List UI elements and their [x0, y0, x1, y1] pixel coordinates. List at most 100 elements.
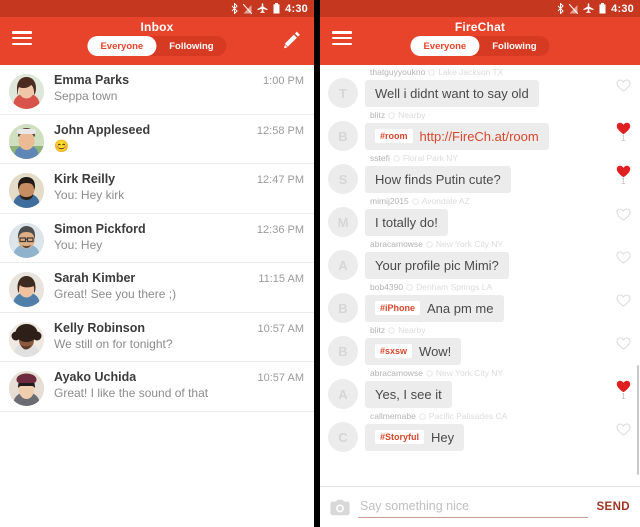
message-bubble[interactable]: #sxsw Wow! — [365, 337, 462, 365]
tab-following[interactable]: Following — [156, 36, 226, 56]
tab-everyone[interactable]: Everyone — [410, 36, 480, 56]
chat-message: abracamowse New York City NY A Yes, I se… — [320, 368, 640, 411]
list-item[interactable]: Simon Pickford 12:36 PM You: Hey — [0, 214, 314, 263]
tab-everyone[interactable]: Everyone — [87, 36, 157, 56]
message-snippet: 😊 — [54, 138, 69, 153]
message-username[interactable]: abracamowse — [370, 239, 423, 249]
chat-message: sstefi Floral Park NY S How finds Putin … — [320, 153, 640, 196]
heart-outline-icon — [616, 423, 631, 436]
tab-following[interactable]: Following — [479, 36, 549, 56]
message-bubble[interactable]: #room http://FireCh.at/room — [365, 122, 549, 150]
camera-icon[interactable] — [330, 499, 350, 516]
message-time: 11:15 AM — [258, 273, 304, 285]
hashtag-chip[interactable]: #iPhone — [375, 301, 421, 315]
message-bubble[interactable]: Your profile pic Mimi? — [365, 251, 509, 279]
message-snippet: Great! See you there ;) — [54, 287, 177, 301]
like-button[interactable] — [616, 208, 631, 221]
message-bubble[interactable]: Well i didnt want to say old — [365, 79, 539, 107]
contact-name: John Appleseed — [54, 122, 151, 137]
message-time: 10:57 AM — [257, 322, 304, 335]
list-item[interactable]: Kirk Reilly 12:47 PM You: Hey kirk — [0, 164, 314, 214]
avatar: B — [328, 293, 358, 323]
contact-name: Kelly Robinson — [54, 320, 145, 335]
battery-icon — [599, 3, 606, 14]
message-snippet: You: Hey — [54, 237, 103, 252]
like-button[interactable] — [616, 294, 631, 307]
message-username[interactable]: blitz — [370, 110, 385, 120]
message-snippet: Seppa town — [54, 89, 118, 103]
message-bubble[interactable]: #Storyful Hey — [365, 423, 465, 451]
like-button[interactable] — [616, 251, 631, 264]
avatar — [9, 173, 44, 208]
message-meta: abracamowse New York City NY — [370, 239, 632, 249]
like-button[interactable] — [616, 79, 631, 92]
chat-message: blitz Nearby B #room http://FireCh.at/ro… — [320, 110, 640, 153]
avatar: M — [328, 207, 358, 237]
hamburger-icon[interactable] — [12, 31, 32, 45]
message-meta: blitz Nearby — [370, 110, 632, 120]
hashtag-chip[interactable]: #Storyful — [375, 430, 425, 444]
chat-message-list[interactable]: thatguyyoukno Lake Jackson TX T Well i d… — [320, 65, 640, 486]
message-composer: SEND — [320, 486, 640, 527]
like-button[interactable]: 1 — [616, 165, 631, 186]
message-username[interactable]: mimij2015 — [370, 196, 409, 206]
message-link[interactable]: http://FireCh.at/room — [420, 129, 539, 144]
status-clock: 4:30 — [285, 2, 308, 15]
list-item[interactable]: John Appleseed 12:58 PM 😊 — [0, 115, 314, 164]
send-button[interactable]: SEND — [596, 501, 630, 513]
hamburger-icon[interactable] — [332, 31, 352, 45]
message-time: 12:47 PM — [256, 174, 304, 186]
message-location: Nearby — [398, 110, 426, 120]
message-bubble[interactable]: I totally do! — [365, 208, 448, 236]
vertical-scrollbar[interactable] — [637, 365, 639, 475]
app-bar-left: Inbox Everyone Following — [0, 17, 314, 65]
list-item[interactable]: Ayako Uchida 10:57 AM Great! I like the … — [0, 362, 314, 412]
message-meta: callmemabe Pacific Palisades CA — [370, 411, 632, 421]
message-bubble[interactable]: Yes, I see it — [365, 380, 452, 408]
heart-outline-icon — [616, 208, 631, 221]
message-username[interactable]: thatguyyoukno — [370, 67, 425, 77]
like-button[interactable]: 1 — [616, 380, 631, 401]
location-pin-icon — [406, 283, 413, 291]
like-button[interactable] — [616, 423, 631, 436]
avatar: B — [328, 336, 358, 366]
message-username[interactable]: callmemabe — [370, 411, 416, 421]
conversation-list[interactable]: Emma Parks 1:00 PM Seppa town John Apple… — [0, 65, 314, 527]
hashtag-chip[interactable]: #sxsw — [375, 344, 413, 358]
dual-phone-screenshot: 4:30 Inbox Everyone Following Emma Parks… — [0, 0, 640, 527]
bluetooth-icon — [231, 3, 238, 14]
heart-outline-icon — [616, 337, 631, 350]
airplane-mode-icon — [583, 3, 594, 14]
list-item[interactable]: Emma Parks 1:00 PM Seppa town — [0, 65, 314, 115]
avatar: B — [328, 121, 358, 151]
status-bar-left: 4:30 — [0, 0, 314, 17]
message-snippet: Great! I like the sound of that — [54, 386, 209, 400]
message-username[interactable]: sstefi — [370, 153, 390, 163]
contact-name: Simon Pickford — [54, 221, 146, 236]
heart-outline-icon — [616, 294, 631, 307]
message-location: Pacific Palisades CA — [428, 411, 508, 421]
pencil-icon[interactable] — [282, 30, 302, 50]
message-meta: mimij2015 Avondale AZ — [370, 196, 632, 206]
message-input[interactable] — [358, 496, 589, 518]
message-username[interactable]: blitz — [370, 325, 385, 335]
location-pin-icon — [419, 412, 426, 420]
message-location: Floral Park NY — [402, 153, 459, 163]
list-item-body: Kelly Robinson 10:57 AM We still on for … — [54, 321, 304, 351]
message-bubble[interactable]: How finds Putin cute? — [365, 165, 511, 193]
like-count: 1 — [621, 392, 626, 401]
location-pin-icon — [388, 326, 395, 334]
avatar: S — [328, 164, 358, 194]
avatar — [9, 272, 44, 307]
like-button[interactable] — [616, 337, 631, 350]
hashtag-chip[interactable]: #room — [375, 129, 413, 143]
message-username[interactable]: bob4390 — [370, 282, 403, 292]
message-username[interactable]: abracamowse — [370, 368, 423, 378]
list-item-body: Sarah Kimber 11:15 AM Great! See you the… — [54, 271, 304, 301]
list-item[interactable]: Sarah Kimber 11:15 AM Great! See you the… — [0, 263, 314, 313]
like-button[interactable]: 1 — [616, 122, 631, 143]
list-item[interactable]: Kelly Robinson 10:57 AM We still on for … — [0, 313, 314, 362]
chat-message: mimij2015 Avondale AZ M I totally do! — [320, 196, 640, 239]
like-count: 1 — [621, 134, 626, 143]
message-bubble[interactable]: #iPhone Ana pm me — [365, 294, 504, 322]
